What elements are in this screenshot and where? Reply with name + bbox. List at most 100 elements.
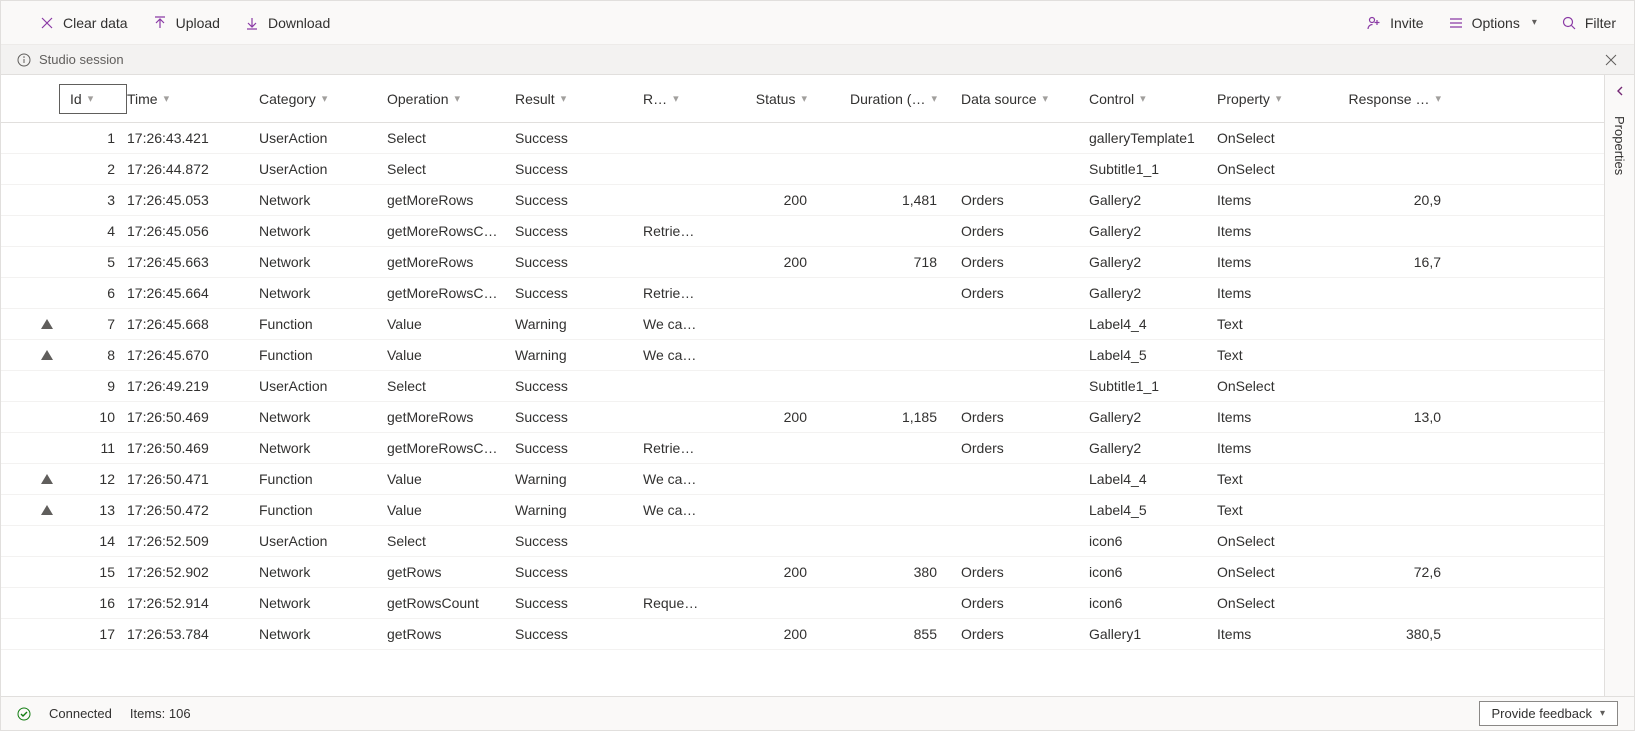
cell-category: Network	[259, 285, 387, 301]
column-id[interactable]: Id ▾	[59, 84, 127, 114]
table-row[interactable]: 1717:26:53.784NetworkgetRowsSuccess20085…	[1, 619, 1604, 650]
cell-operation: Select	[387, 130, 515, 146]
invite-label: Invite	[1390, 15, 1423, 31]
close-session-icon[interactable]	[1604, 53, 1618, 67]
session-bar: Studio session	[1, 45, 1634, 75]
chevron-down-icon: ▾	[801, 92, 807, 105]
properties-rail[interactable]: Properties	[1604, 75, 1634, 696]
cell-datasource: Orders	[961, 409, 1089, 425]
cell-status: 200	[721, 409, 831, 425]
cell-time: 17:26:45.670	[127, 347, 259, 363]
cell-status: 200	[721, 564, 831, 580]
cell-result: Success	[515, 254, 643, 270]
grid: Id ▾ Time ▾ Category ▾ Operation ▾ Resul…	[1, 75, 1604, 696]
warning-icon	[41, 319, 53, 329]
cell-property: OnSelect	[1217, 595, 1345, 611]
cell-duration: 718	[831, 254, 961, 270]
chevron-down-icon: ▾	[1600, 708, 1605, 719]
cell-operation: Select	[387, 161, 515, 177]
chevron-down-icon: ▾	[1140, 92, 1146, 105]
provide-feedback-button[interactable]: Provide feedback ▾	[1479, 701, 1618, 726]
cell-operation: getMoreRowsC…	[387, 440, 515, 456]
invite-button[interactable]: Invite	[1366, 15, 1423, 31]
upload-label: Upload	[176, 15, 220, 31]
cell-datasource: Orders	[961, 285, 1089, 301]
column-time[interactable]: Time ▾	[127, 91, 259, 107]
table-row[interactable]: 1617:26:52.914NetworkgetRowsCountSuccess…	[1, 588, 1604, 619]
toolbar: Clear data Upload Download Invite Optio	[1, 1, 1634, 45]
table-row[interactable]: 817:26:45.670FunctionValueWarningWe ca…L…	[1, 340, 1604, 371]
cell-r: We ca…	[643, 471, 721, 487]
items-count: Items: 106	[130, 706, 191, 721]
cell-id: 8	[59, 347, 127, 363]
table-row[interactable]: 1317:26:50.472FunctionValueWarningWe ca……	[1, 495, 1604, 526]
table-row[interactable]: 1017:26:50.469NetworkgetMoreRowsSuccess2…	[1, 402, 1604, 433]
table-row[interactable]: 1117:26:50.469NetworkgetMoreRowsC…Succes…	[1, 433, 1604, 464]
table-row[interactable]: 417:26:45.056NetworkgetMoreRowsC…Success…	[1, 216, 1604, 247]
table-row[interactable]: 717:26:45.668FunctionValueWarningWe ca…L…	[1, 309, 1604, 340]
column-datasource[interactable]: Data source ▾	[961, 91, 1089, 107]
table-row[interactable]: 517:26:45.663NetworkgetMoreRowsSuccess20…	[1, 247, 1604, 278]
column-response[interactable]: Response … ▾	[1345, 91, 1447, 107]
cell-result: Success	[515, 440, 643, 456]
column-r[interactable]: R… ▾	[643, 91, 721, 107]
cell-duration: 855	[831, 626, 961, 642]
cell-status: 200	[721, 254, 831, 270]
column-datasource-label: Data source	[961, 91, 1036, 107]
cell-category: Network	[259, 223, 387, 239]
cell-id: 14	[59, 533, 127, 549]
cell-result: Success	[515, 223, 643, 239]
options-button[interactable]: Options ▾	[1448, 15, 1537, 31]
cell-operation: getMoreRows	[387, 254, 515, 270]
table-row[interactable]: 317:26:45.053NetworkgetMoreRowsSuccess20…	[1, 185, 1604, 216]
download-button[interactable]: Download	[244, 15, 330, 31]
cell-result: Warning	[515, 502, 643, 518]
cell-id: 9	[59, 378, 127, 394]
cell-datasource: Orders	[961, 223, 1089, 239]
column-operation[interactable]: Operation ▾	[387, 91, 515, 107]
grid-body[interactable]: 117:26:43.421UserActionSelectSuccessgall…	[1, 123, 1604, 696]
clear-data-button[interactable]: Clear data	[39, 15, 128, 31]
cell-property: Text	[1217, 471, 1345, 487]
cell-time: 17:26:50.471	[127, 471, 259, 487]
column-property[interactable]: Property ▾	[1217, 91, 1345, 107]
column-status[interactable]: Status ▾	[721, 91, 831, 107]
filter-button[interactable]: Filter	[1561, 15, 1616, 31]
chevron-down-icon: ▾	[1435, 92, 1441, 105]
cell-r: Retrie…	[643, 223, 721, 239]
table-row[interactable]: 917:26:49.219UserActionSelectSuccessSubt…	[1, 371, 1604, 402]
cell-id: 12	[59, 471, 127, 487]
column-id-label: Id	[70, 91, 82, 107]
cell-time: 17:26:45.056	[127, 223, 259, 239]
cell-property: Items	[1217, 254, 1345, 270]
cell-r: We ca…	[643, 502, 721, 518]
cell-operation: Select	[387, 533, 515, 549]
column-r-label: R…	[643, 91, 667, 107]
cell-operation: getRows	[387, 626, 515, 642]
upload-button[interactable]: Upload	[152, 15, 220, 31]
cell-category: Function	[259, 502, 387, 518]
cell-r: Retrie…	[643, 285, 721, 301]
table-row[interactable]: 217:26:44.872UserActionSelectSuccessSubt…	[1, 154, 1604, 185]
clear-data-label: Clear data	[63, 15, 128, 31]
cell-property: Items	[1217, 285, 1345, 301]
table-row[interactable]: 1517:26:52.902NetworkgetRowsSuccess20038…	[1, 557, 1604, 588]
column-category[interactable]: Category ▾	[259, 91, 387, 107]
table-row[interactable]: 1217:26:50.471FunctionValueWarningWe ca……	[1, 464, 1604, 495]
cell-id: 17	[59, 626, 127, 642]
table-row[interactable]: 1417:26:52.509UserActionSelectSuccessico…	[1, 526, 1604, 557]
table-row[interactable]: 117:26:43.421UserActionSelectSuccessgall…	[1, 123, 1604, 154]
table-row[interactable]: 617:26:45.664NetworkgetMoreRowsC…Success…	[1, 278, 1604, 309]
chevron-left-icon[interactable]	[1614, 85, 1626, 100]
column-duration[interactable]: Duration (… ▾	[831, 91, 961, 107]
cell-category: Network	[259, 595, 387, 611]
options-label: Options	[1472, 15, 1520, 31]
column-control[interactable]: Control ▾	[1089, 91, 1217, 107]
cell-property: OnSelect	[1217, 378, 1345, 394]
chevron-down-icon: ▾	[1276, 92, 1282, 105]
cell-property: Items	[1217, 626, 1345, 642]
cell-result: Warning	[515, 347, 643, 363]
cell-time: 17:26:45.668	[127, 316, 259, 332]
cell-datasource: Orders	[961, 626, 1089, 642]
column-result[interactable]: Result ▾	[515, 91, 643, 107]
